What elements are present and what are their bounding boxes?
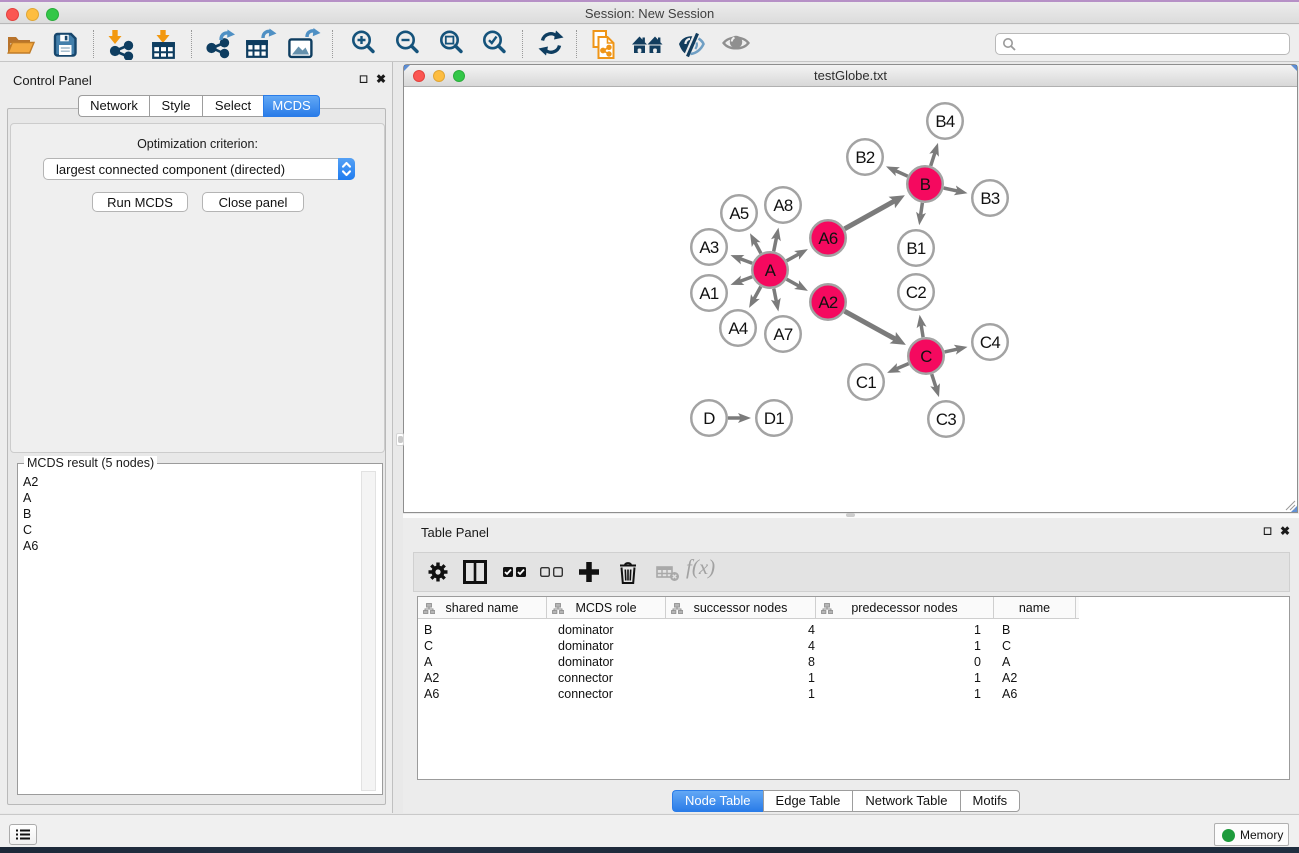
svg-text:A2: A2 [818,293,838,312]
svg-text:A: A [765,261,777,280]
svg-text:A4: A4 [728,319,748,338]
svg-text:A1: A1 [699,284,719,303]
svg-text:A8: A8 [773,196,793,215]
svg-text:C4: C4 [980,333,1001,352]
svg-text:B3: B3 [980,189,1000,208]
svg-text:C1: C1 [856,373,877,392]
svg-text:D: D [703,409,715,428]
svg-text:A3: A3 [699,238,719,257]
svg-text:C3: C3 [936,410,957,429]
svg-text:C: C [920,347,932,366]
svg-text:A6: A6 [818,229,838,248]
svg-text:A5: A5 [729,204,749,223]
svg-text:C2: C2 [906,283,927,302]
svg-text:B1: B1 [906,239,926,258]
svg-text:A7: A7 [773,325,793,344]
svg-text:B4: B4 [935,112,955,131]
svg-text:B: B [920,175,931,194]
svg-text:D1: D1 [764,409,785,428]
svg-text:B2: B2 [855,148,875,167]
